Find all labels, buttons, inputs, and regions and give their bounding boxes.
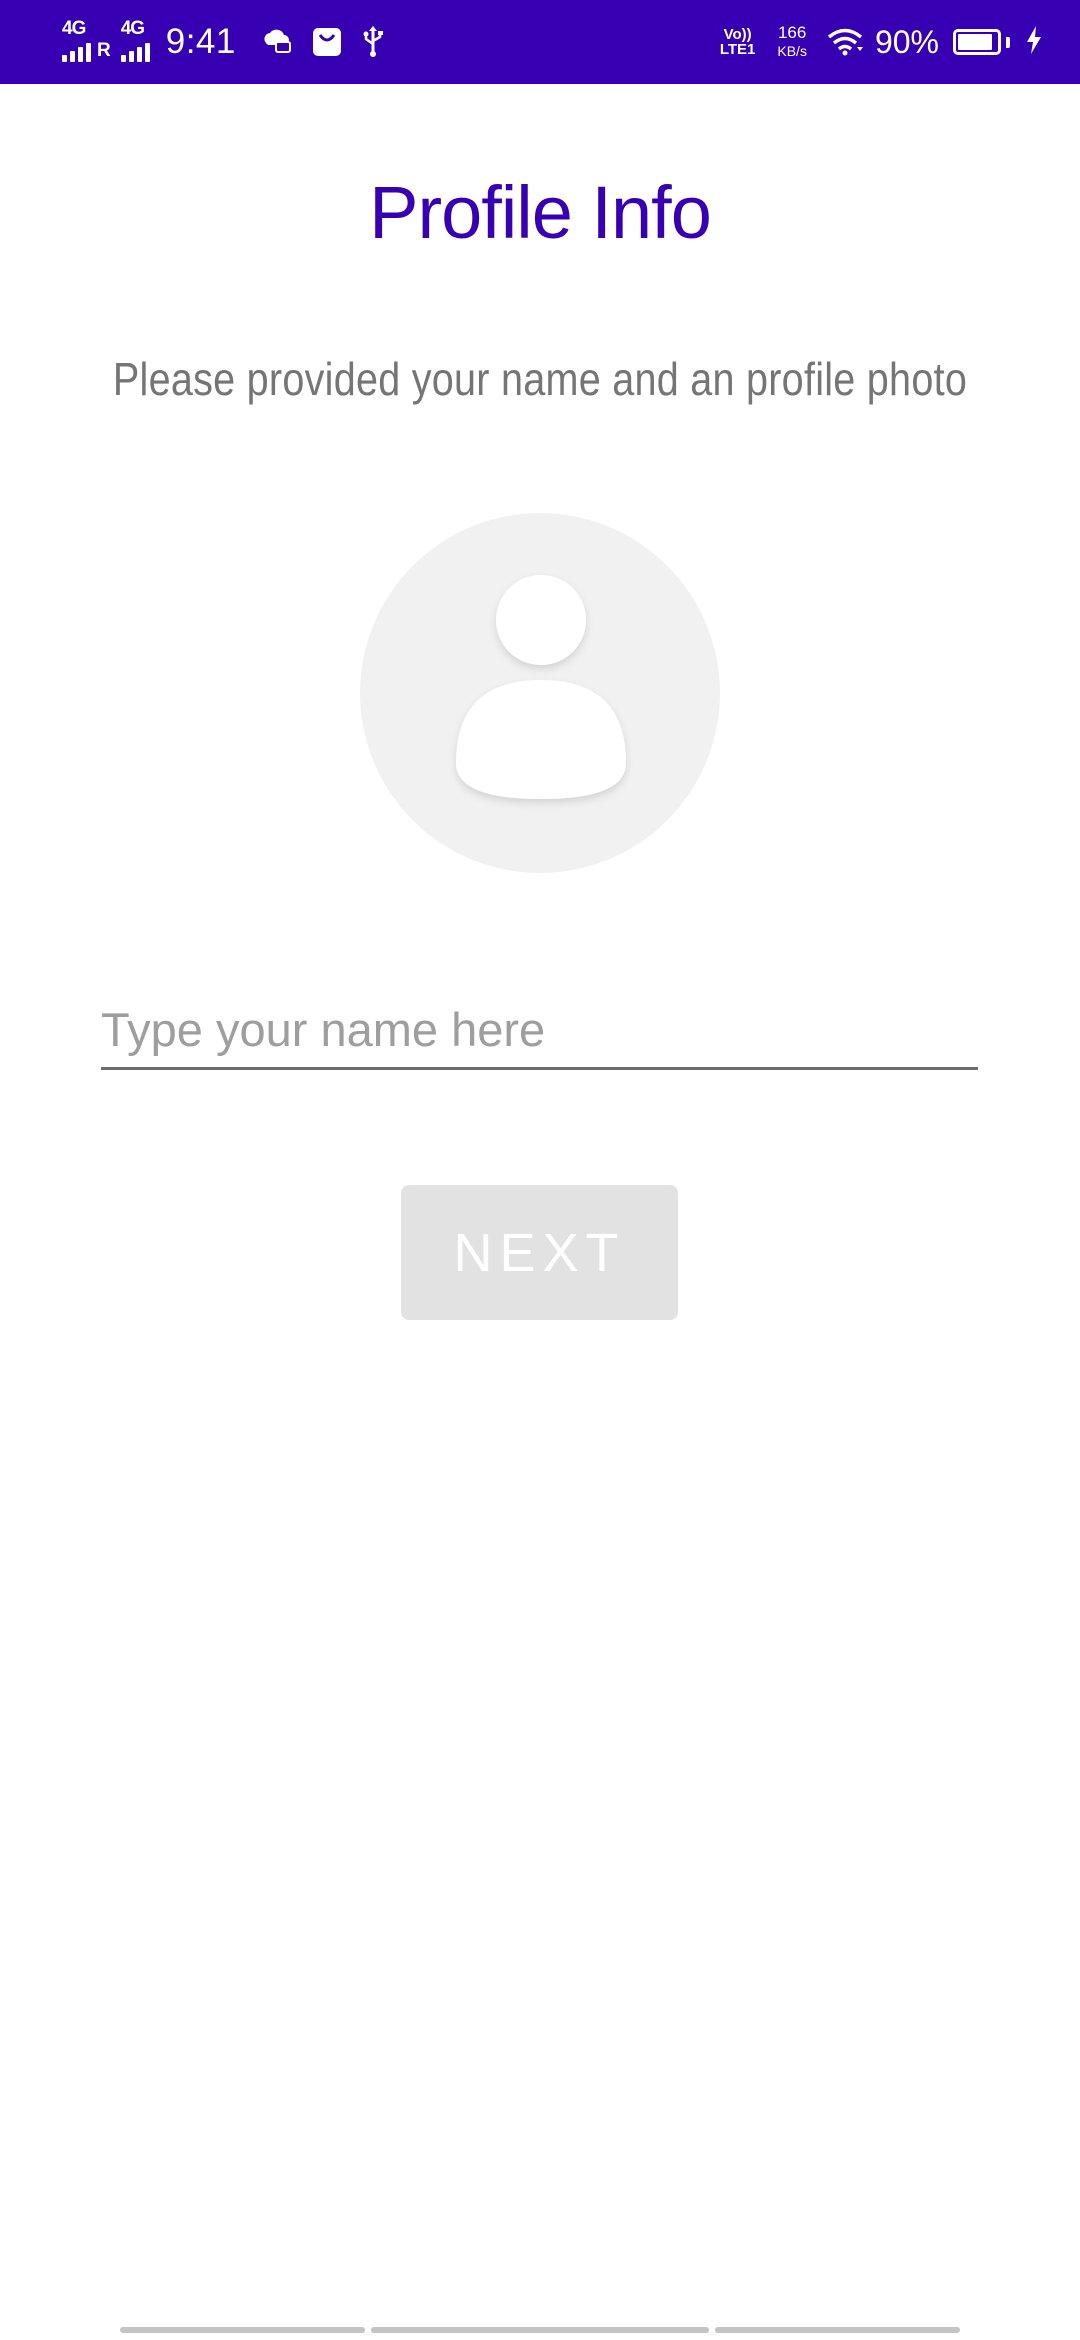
battery-fill bbox=[958, 34, 993, 50]
shopping-bag-icon bbox=[312, 27, 342, 57]
battery-icon bbox=[953, 29, 1001, 55]
status-bar: 4G R 4G 9:41 Vo)) LTE1 166 KB/s 90% bbox=[0, 0, 1080, 84]
network-speed-value: 166 bbox=[777, 23, 807, 42]
profile-photo-picker[interactable] bbox=[360, 513, 720, 873]
page-subtitle: Please provided your name and an profile… bbox=[112, 353, 968, 405]
signal-indicator-2: 4G bbox=[120, 18, 150, 62]
network-type-label: 4G bbox=[120, 18, 145, 39]
cloud-chat-icon bbox=[262, 29, 292, 55]
nav-handle-center[interactable] bbox=[371, 2327, 709, 2333]
lte-label: LTE1 bbox=[719, 41, 756, 58]
usb-icon bbox=[362, 26, 384, 58]
person-placeholder-icon bbox=[456, 575, 626, 799]
charging-bolt-icon bbox=[1026, 25, 1042, 59]
profile-info-screen: 4G R 4G 9:41 Vo)) LTE1 166 KB/s 90% Prof… bbox=[0, 0, 1080, 2340]
network-type-label: 4G bbox=[62, 18, 86, 39]
clock: 9:41 bbox=[165, 22, 236, 61]
network-speed: 166 KB/s bbox=[777, 23, 807, 61]
roaming-indicator: R bbox=[97, 40, 111, 61]
battery-percentage: 90% bbox=[874, 23, 939, 60]
volte-indicator: Vo)) LTE1 bbox=[720, 27, 756, 57]
page-title: Profile Info bbox=[369, 171, 712, 254]
signal-indicator-1: 4G R bbox=[62, 18, 111, 62]
gesture-navigation-bar[interactable] bbox=[0, 2327, 1080, 2333]
volte-label: Vo)) bbox=[723, 26, 752, 43]
nav-handle-left[interactable] bbox=[120, 2327, 365, 2333]
status-bar-right: Vo)) LTE1 166 KB/s 90% bbox=[720, 0, 1042, 84]
name-input[interactable] bbox=[101, 992, 978, 1070]
nav-handle-right[interactable] bbox=[715, 2327, 960, 2333]
next-button[interactable]: NEXT bbox=[401, 1185, 678, 1320]
status-bar-left: 4G R 4G 9:41 bbox=[62, 0, 404, 84]
battery-tip bbox=[1006, 36, 1010, 48]
network-speed-unit: KB/s bbox=[777, 43, 807, 59]
wifi-icon bbox=[827, 28, 863, 56]
